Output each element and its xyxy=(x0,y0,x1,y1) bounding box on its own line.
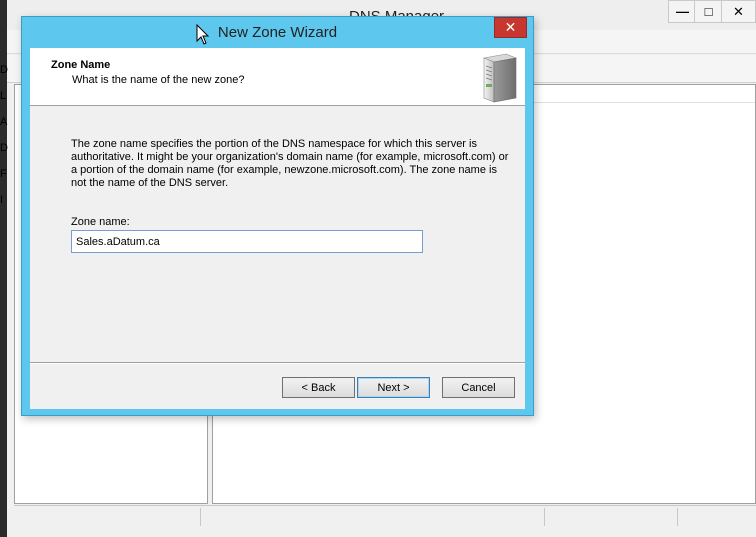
wizard-client-area: Zone Name What is the name of the new zo… xyxy=(30,48,525,409)
new-zone-wizard-dialog: New Zone Wizard ✕ Zone Name What is the … xyxy=(21,16,534,416)
wizard-titlebar[interactable]: New Zone Wizard xyxy=(22,17,533,48)
button-separator-highlight xyxy=(30,363,525,364)
page-subtitle: What is the name of the new zone? xyxy=(72,74,245,86)
tree-item-partial[interactable]: F xyxy=(0,168,8,194)
status-separator xyxy=(544,508,545,526)
back-button[interactable]: < Back xyxy=(282,377,355,398)
page-title: Zone Name xyxy=(51,59,111,71)
wizard-header: Zone Name What is the name of the new zo… xyxy=(30,48,525,106)
mouse-cursor-icon xyxy=(196,24,210,45)
cancel-button[interactable]: Cancel xyxy=(442,377,515,398)
minimize-button[interactable]: — xyxy=(668,0,697,23)
wizard-title: New Zone Wizard xyxy=(217,24,338,41)
left-pane-partial-labels: D L A D F I xyxy=(0,64,8,220)
tree-item-partial[interactable]: I xyxy=(0,194,8,220)
close-icon: ✕ xyxy=(504,19,517,35)
status-separator xyxy=(677,508,678,526)
zone-name-description: The zone name specifies the portion of t… xyxy=(71,138,509,189)
minimize-icon: — xyxy=(676,4,689,19)
tree-item-partial[interactable]: L xyxy=(0,90,8,116)
maximize-icon: □ xyxy=(704,4,713,19)
wizard-close-button[interactable]: ✕ xyxy=(494,17,527,38)
zone-name-input[interactable] xyxy=(71,230,423,253)
close-button[interactable]: ✕ xyxy=(721,0,756,23)
status-separator xyxy=(200,508,201,526)
tree-item-partial[interactable]: D xyxy=(0,142,8,168)
server-icon xyxy=(482,53,518,103)
zone-name-label: Zone name: xyxy=(71,216,130,228)
close-icon: ✕ xyxy=(733,3,744,19)
tree-item-partial[interactable]: A xyxy=(0,116,8,142)
tree-item-partial[interactable]: D xyxy=(0,64,8,90)
status-bar xyxy=(14,505,756,527)
next-button[interactable]: Next > xyxy=(357,377,430,398)
maximize-button[interactable]: □ xyxy=(694,0,723,23)
